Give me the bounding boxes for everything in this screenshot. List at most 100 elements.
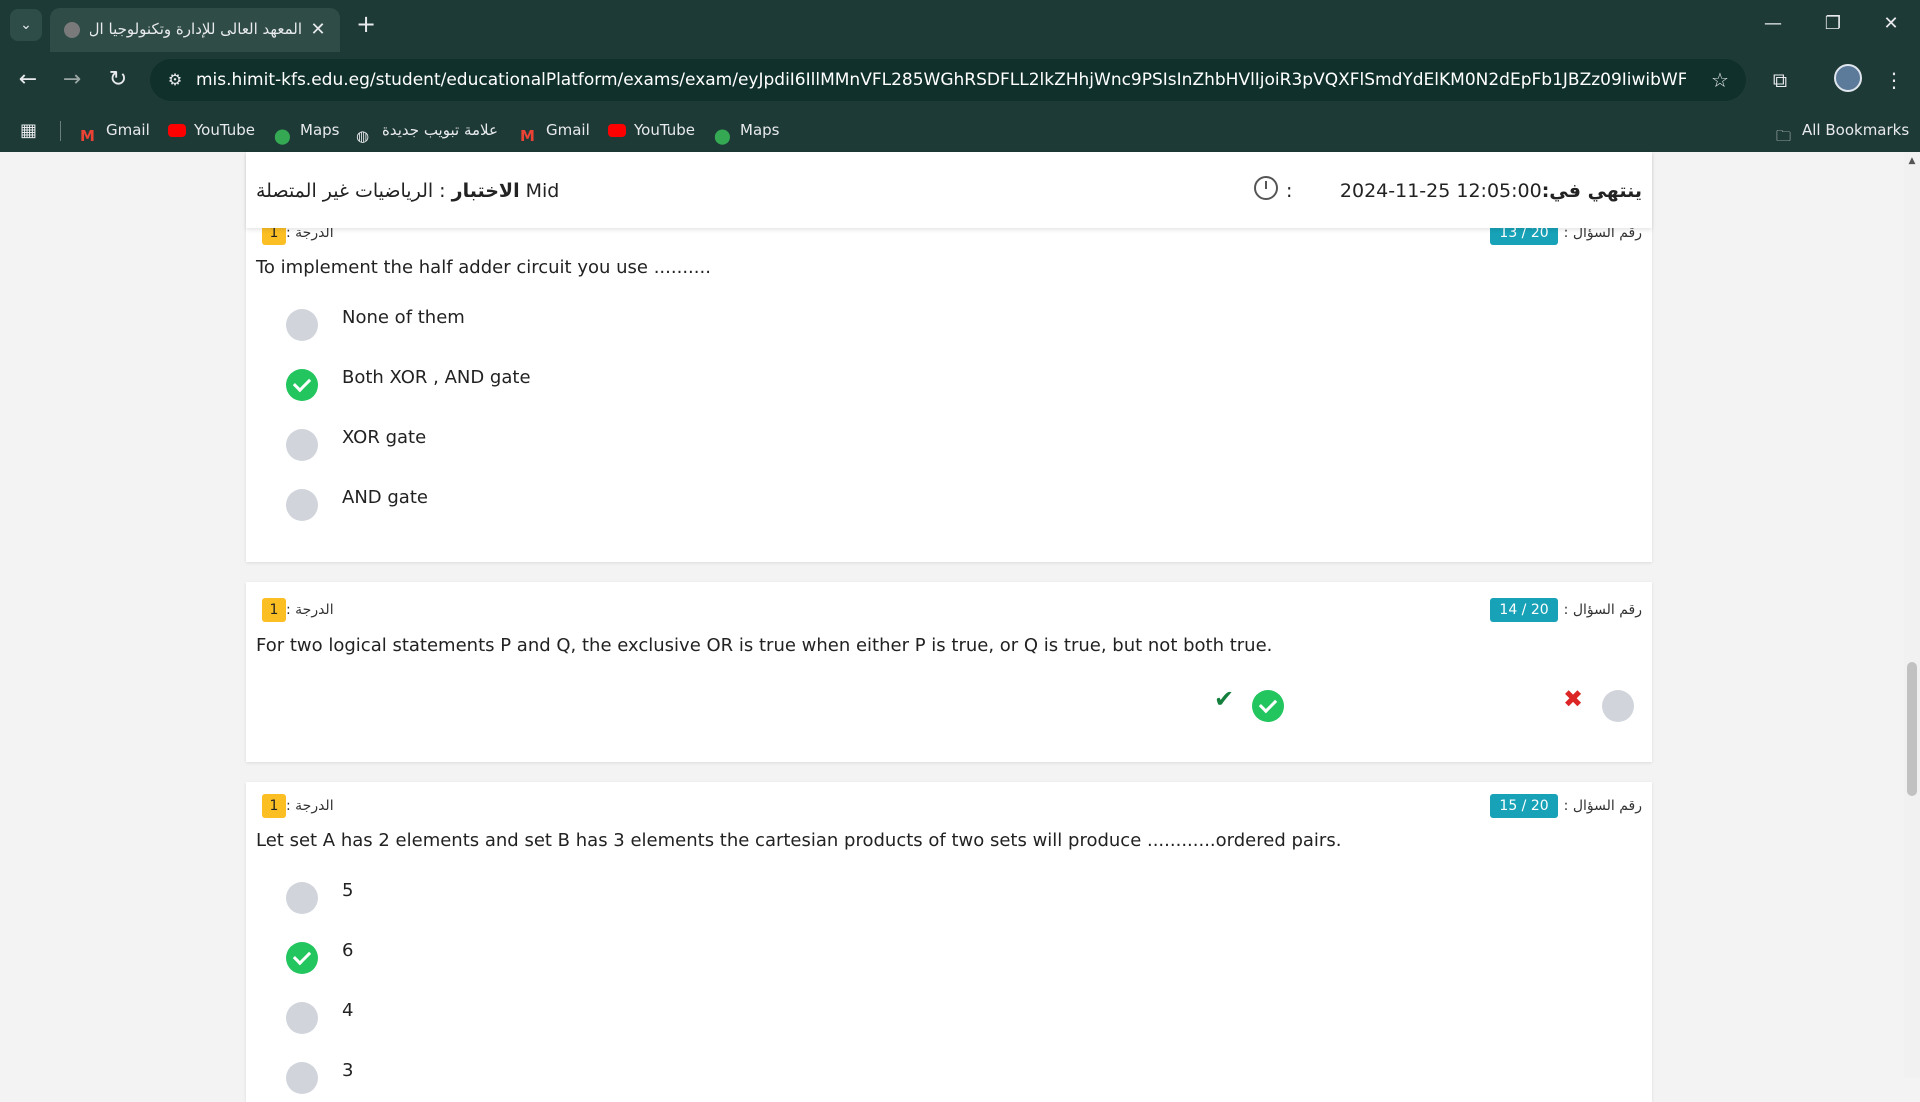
bookmark-maps-2[interactable]: ⬤ Maps [714,116,780,145]
bookmark-star-icon[interactable]: ☆ [1708,68,1732,92]
bookmark-label: Gmail [106,121,150,139]
option-label: AND gate [342,487,428,508]
true-checkmark-icon: ✔ [1213,685,1235,713]
option-1[interactable]: None of them [286,303,1086,343]
question-card-15: الدرجة :1 رقم السؤال : 15 / 20 Let set A … [246,782,1652,1102]
address-bar[interactable]: ⚙ mis.himit-kfs.edu.eg/student/education… [150,59,1746,101]
scroll-thumb[interactable] [1907,662,1917,796]
option-label: Both XOR , AND gate [342,367,531,388]
maps-icon: ⬤ [714,126,731,145]
bookmark-label: Maps [740,121,780,139]
grade-badge: 1 [262,598,286,622]
bookmark-gmail[interactable]: M Gmail [80,116,150,145]
tab-close-icon[interactable]: ✕ [306,18,330,42]
question-number-area: رقم السؤال : 14 / 20 [1490,597,1642,623]
false-radio-button[interactable] [1602,690,1634,722]
radio-button[interactable] [286,1062,318,1094]
question-text: To implement the half adder circuit you … [256,257,711,278]
grade-area: الدرجة :1 [256,793,334,819]
active-tab[interactable]: المعهد العالى للإدارة وتكنولوجيا ال... ✕ [50,8,340,52]
option-label: None of them [342,307,465,328]
radio-button[interactable] [286,1002,318,1034]
all-bookmarks-label: All Bookmarks [1802,121,1910,139]
option-4[interactable]: 3 [286,1056,1086,1096]
clock-icon [1254,176,1278,200]
exam-title-label: الاختبار [451,180,520,202]
maps-icon: ⬤ [274,126,291,145]
scroll-up-arrow-icon[interactable]: ▲ [1907,156,1917,166]
option-2[interactable]: Both XOR , AND gate [286,363,1086,403]
apps-grid-icon[interactable]: ▦ [20,120,42,142]
grade-badge: 1 [262,794,286,818]
new-tab-button[interactable]: + [352,10,380,38]
question-number-badge: 15 / 20 [1490,794,1558,818]
option-4[interactable]: AND gate [286,483,1086,523]
option-label: 4 [342,1000,354,1021]
back-arrow-icon[interactable]: ← [10,62,46,98]
question-text: Let set A has 2 elements and set B has 3… [256,830,1342,851]
exam-deadline: ينتهي في:2024-11-25 12:05:00 [1340,176,1642,206]
bookmark-label: YouTube [634,121,695,139]
deadline-label: ينتهي في: [1541,180,1642,202]
question-number-label: رقم السؤال : [1563,798,1642,814]
url-text[interactable]: mis.himit-kfs.edu.eg/student/educational… [196,59,1686,101]
exam-title: الاختبار : الرياضيات غير المتصلة Mid [256,176,559,206]
folder-icon: 🗀 [1776,126,1792,145]
bookmark-label: علامة تبويب جديدة [382,121,498,139]
question-number-area: رقم السؤال : 15 / 20 [1490,793,1642,819]
restore-icon[interactable]: ❐ [1808,8,1858,40]
minimize-icon[interactable]: — [1748,8,1798,40]
youtube-icon [608,124,626,137]
radio-button[interactable] [286,309,318,341]
radio-button[interactable] [286,489,318,521]
option-1[interactable]: 5 [286,876,1086,916]
radio-button[interactable] [286,882,318,914]
tab-search-button[interactable]: ⌄ [10,9,42,41]
toolbar: ← → ↻ ⚙ mis.himit-kfs.edu.eg/student/edu… [0,52,1920,108]
option-label: 3 [342,1060,354,1081]
reload-icon[interactable]: ↻ [100,62,136,98]
globe-icon: ◍ [356,126,370,145]
bookmarks-separator [60,121,61,141]
tab-bar: ⌄ المعهد العالى للإدارة وتكنولوجيا ال...… [0,0,1920,52]
gmail-icon: M [520,126,535,145]
radio-check-icon[interactable] [286,369,318,401]
menu-dots-icon[interactable]: ⋮ [1878,64,1910,96]
close-window-icon[interactable]: ✕ [1866,8,1916,40]
forward-arrow-icon[interactable]: → [54,62,90,98]
option-2[interactable]: 6 [286,936,1086,976]
all-bookmarks-button[interactable]: 🗀 All Bookmarks [1776,116,1910,145]
radio-button[interactable] [286,429,318,461]
exam-header: الاختبار : الرياضيات غير المتصلة Mid : ي… [246,152,1652,228]
browser-chrome: ⌄ المعهد العالى للإدارة وتكنولوجيا ال...… [0,0,1920,152]
option-3[interactable]: 4 [286,996,1086,1036]
grade-area: الدرجة :1 [256,597,334,623]
option-3[interactable]: XOR gate [286,423,1086,463]
option-label: 5 [342,880,354,901]
question-card-14: الدرجة :1 رقم السؤال : 14 / 20 For two lo… [246,582,1652,762]
bookmark-youtube-2[interactable]: YouTube [608,116,695,144]
radio-check-icon[interactable] [286,942,318,974]
bookmark-new-tab[interactable]: ◍ علامة تبويب جديدة [356,116,498,145]
bookmark-maps[interactable]: ⬤ Maps [274,116,339,145]
page-scrollbar[interactable]: ▲ [1904,152,1920,1078]
bookmark-label: Gmail [546,121,590,139]
false-cross-icon: ✖ [1562,685,1584,713]
tab-title: المعهد العالى للإدارة وتكنولوجيا ال... [90,20,302,38]
gmail-icon: M [80,126,95,145]
profile-avatar[interactable] [1834,64,1862,92]
bookmark-youtube[interactable]: YouTube [168,116,255,144]
true-radio-check-icon[interactable] [1252,690,1284,722]
bookmarks-bar: ▦ M Gmail YouTube ⬤ Maps ◍ علامة تبويب جديد… [0,108,1920,152]
bookmark-label: YouTube [194,121,255,139]
site-info-icon[interactable]: ⚙ [164,69,186,91]
deadline-value: 2024-11-25 12:05:00 [1339,180,1542,202]
question-number-badge: 14 / 20 [1490,598,1558,622]
option-label: 6 [342,940,354,961]
extensions-icon[interactable]: ⧉ [1764,64,1796,96]
clock-colon: : [1286,180,1293,202]
question-number-label: رقم السؤال : [1563,602,1642,618]
grade-label: الدرجة : [286,798,334,814]
bookmark-gmail-2[interactable]: M Gmail [520,116,590,145]
question-text: For two logical statements P and Q, the … [256,635,1273,656]
